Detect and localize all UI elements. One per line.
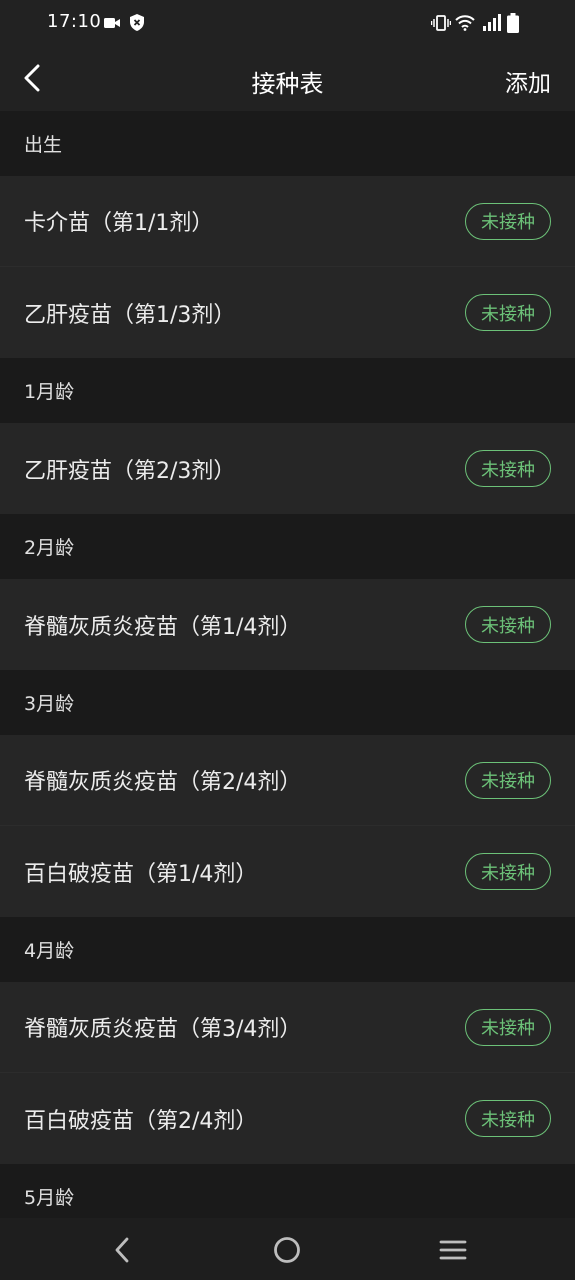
vibrate-icon — [431, 15, 451, 31]
vaccine-row[interactable]: 乙肝疫苗（第2/3剂） 未接种 — [0, 423, 575, 514]
nav-home-button[interactable] — [269, 1232, 305, 1268]
vaccination-schedule-list[interactable]: 出生 卡介苗（第1/1剂） 未接种 乙肝疫苗（第1/3剂） 未接种 1月龄 乙肝… — [0, 111, 575, 1229]
vaccination-status-badge[interactable]: 未接种 — [465, 1008, 551, 1046]
vaccination-status-badge[interactable]: 未接种 — [465, 450, 551, 487]
battery-icon — [507, 13, 519, 33]
vaccine-name: 脊髓灰质炎疫苗（第2/4剂） — [24, 770, 302, 795]
nav-menu-icon — [439, 1240, 467, 1260]
vaccination-status-badge[interactable]: 未接种 — [465, 294, 551, 331]
vaccination-status-badge[interactable]: 未接种 — [465, 1100, 551, 1137]
vaccine-name: 脊髓灰质炎疫苗（第1/4剂） — [24, 614, 302, 640]
vaccination-screen: 17:10 接种表 添加 出生 卡介苗（第1/1剂） 未接种 乙肝疫苗（第1/3… — [0, 0, 575, 1280]
section-header-4-month: 4月龄 — [0, 917, 575, 982]
vaccine-name: 乙肝疫苗（第2/3剂） — [24, 458, 236, 484]
vaccine-row[interactable]: 卡介苗（第1/1剂） 未接种 — [0, 176, 575, 267]
vaccination-status-badge[interactable]: 未接种 — [465, 761, 551, 799]
vaccine-name: 卡介苗（第1/1剂） — [24, 211, 214, 236]
vaccine-row[interactable]: 脊髓灰质炎疫苗（第2/4剂） 未接种 — [0, 735, 575, 826]
vaccine-name: 百白破疫苗（第1/4剂） — [24, 861, 258, 887]
system-navigation-bar — [0, 1218, 575, 1280]
nav-back-button[interactable] — [104, 1232, 140, 1268]
add-button[interactable]: 添加 — [505, 64, 551, 98]
vaccination-status-badge[interactable]: 未接种 — [465, 606, 551, 643]
vaccine-name: 乙肝疫苗（第1/3剂） — [24, 302, 236, 328]
section-header-1-month: 1月龄 — [0, 358, 575, 423]
vaccine-name: 百白破疫苗（第2/4剂） — [24, 1108, 258, 1134]
nav-home-icon — [274, 1237, 300, 1263]
vaccine-row[interactable]: 百白破疫苗（第1/4剂） 未接种 — [0, 826, 575, 917]
nav-back-icon — [115, 1237, 129, 1263]
section-header-3-month: 3月龄 — [0, 670, 575, 735]
section-header-2-month: 2月龄 — [0, 514, 575, 579]
app-bar: 接种表 添加 — [0, 48, 575, 111]
vaccination-status-badge[interactable]: 未接种 — [465, 202, 551, 240]
status-bar: 17:10 — [0, 0, 575, 48]
status-right-icons — [431, 13, 531, 35]
vaccine-row[interactable]: 乙肝疫苗（第1/3剂） 未接种 — [0, 267, 575, 358]
vaccine-row[interactable]: 脊髓灰质炎疫苗（第3/4剂） 未接种 — [0, 982, 575, 1073]
section-header-birth: 出生 — [0, 111, 575, 176]
nav-menu-button[interactable] — [435, 1232, 471, 1268]
vaccination-status-badge[interactable]: 未接种 — [465, 853, 551, 890]
video-camera-icon — [104, 18, 120, 28]
vaccine-row[interactable]: 百白破疫苗（第2/4剂） 未接种 — [0, 1073, 575, 1164]
signal-icon — [483, 14, 501, 31]
shield-icon — [130, 14, 144, 31]
vaccine-name: 脊髓灰质炎疫苗（第3/4剂） — [24, 1017, 302, 1042]
wifi-icon — [455, 15, 475, 31]
status-time: 17:10 — [47, 11, 102, 32]
page-title: 接种表 — [251, 70, 324, 98]
vaccine-row[interactable]: 脊髓灰质炎疫苗（第1/4剂） 未接种 — [0, 579, 575, 670]
